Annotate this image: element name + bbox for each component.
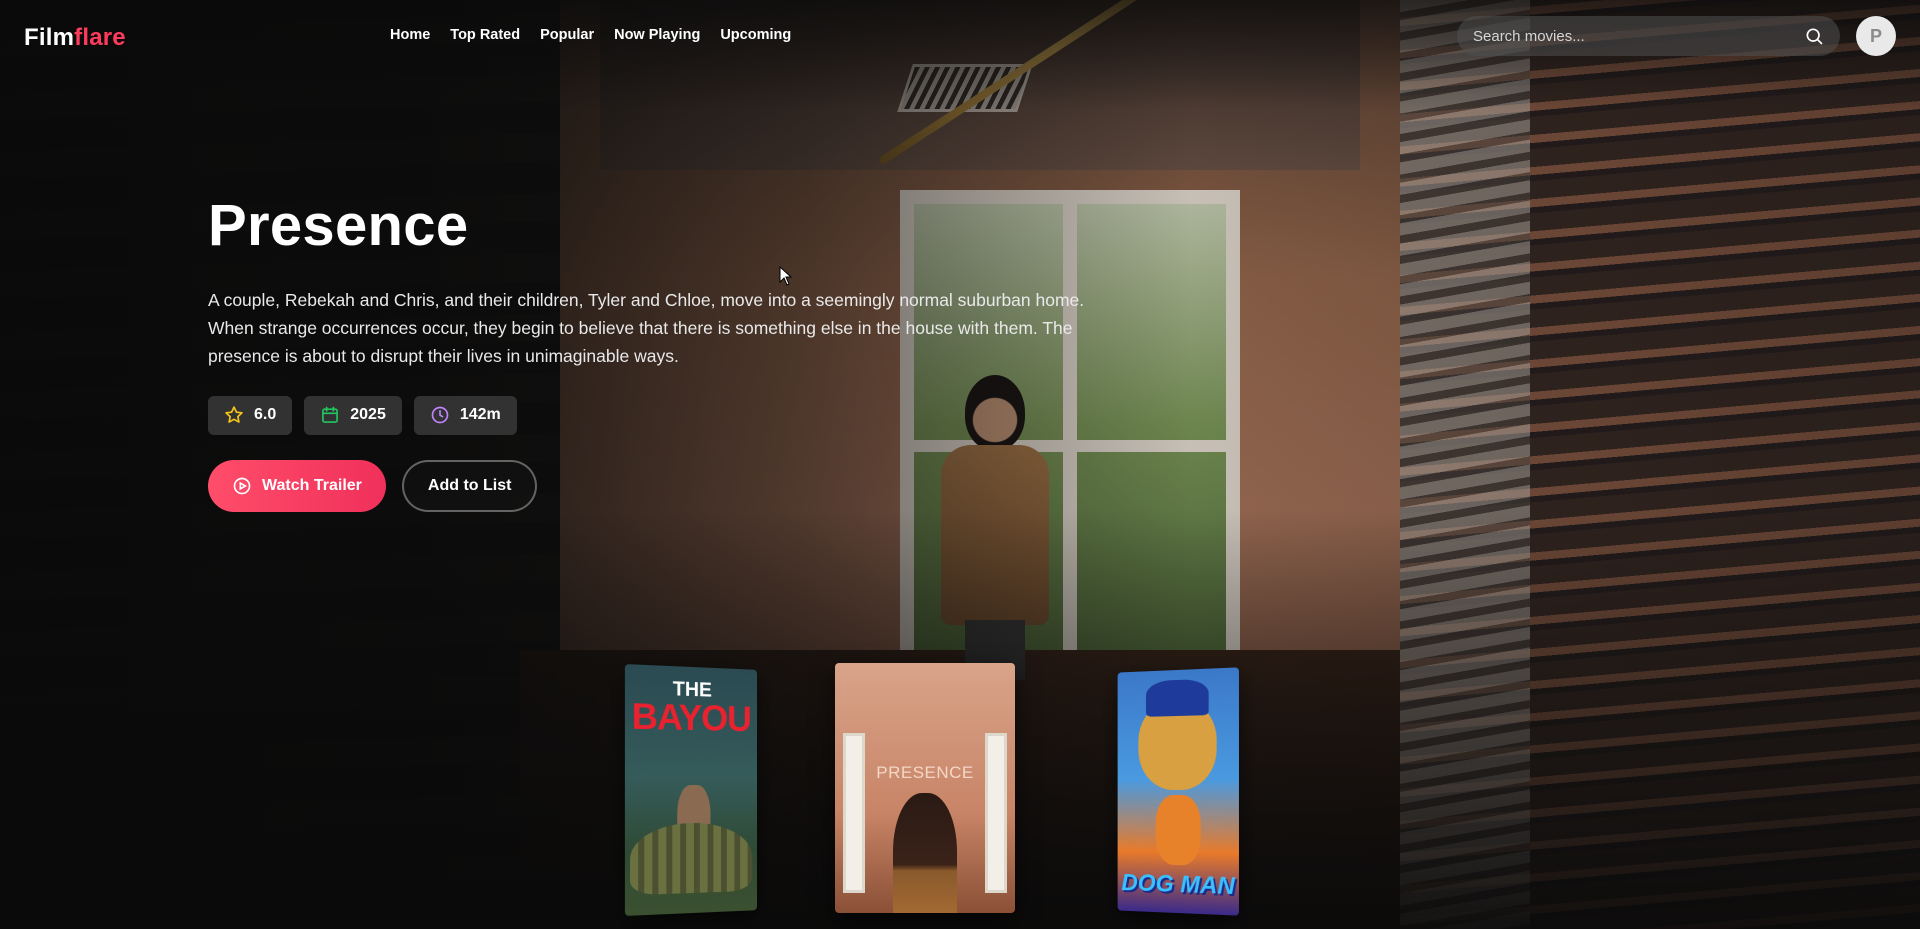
clock-icon <box>431 406 449 424</box>
poster-dogman-cat <box>1155 794 1201 866</box>
search-icon[interactable] <box>1804 26 1824 46</box>
rating-badge: 6.0 <box>208 395 293 435</box>
add-to-list-button[interactable]: Add to List <box>401 459 538 512</box>
movie-overview: A couple, Rebekah and Chris, and their c… <box>208 289 1085 366</box>
nav-upcoming[interactable]: Upcoming <box>720 27 791 43</box>
runtime-value: 142m <box>459 406 501 424</box>
mouse-cursor-icon <box>779 266 793 286</box>
hero-section: Presence A couple, Rebekah and Chris, an… <box>208 194 1108 512</box>
hero-actions: Watch Trailer Add to List <box>208 459 1108 512</box>
year-badge: 2025 <box>304 395 402 435</box>
search-input[interactable] <box>1473 27 1804 45</box>
nav-now-playing[interactable]: Now Playing <box>614 27 700 43</box>
poster-presence-figure <box>893 793 957 913</box>
runtime-badge: 142m <box>413 395 517 435</box>
poster-presence-title: PRESENCE <box>876 763 974 782</box>
poster-the-bayou[interactable]: THE BAYOU <box>624 664 758 916</box>
user-avatar[interactable]: P <box>1856 16 1896 56</box>
movie-title: Presence <box>208 193 469 258</box>
logo-main-text: Film <box>24 24 75 51</box>
nav-top-rated[interactable]: Top Rated <box>450 27 520 43</box>
app-logo[interactable]: Filmflare <box>24 24 126 52</box>
star-icon <box>225 406 243 424</box>
top-header: Filmflare Home Top Rated Popular Now Pla… <box>0 0 1920 72</box>
logo-accent-text: flare <box>74 24 126 51</box>
year-value: 2025 <box>350 406 386 424</box>
poster-presence-window-right <box>985 733 1007 893</box>
poster-presence[interactable]: PRESENCE <box>835 663 1015 913</box>
poster-dog-man[interactable]: DOG MAN <box>1117 667 1239 916</box>
poster-bayou-alligator <box>630 822 753 896</box>
play-circle-icon <box>233 477 251 495</box>
poster-bayou-title-line2: BAYOU <box>631 694 751 740</box>
main-nav: Home Top Rated Popular Now Playing Upcom… <box>390 27 791 43</box>
watch-trailer-button[interactable]: Watch Trailer <box>208 459 386 512</box>
rating-value: 6.0 <box>254 406 277 424</box>
poster-dogman-cap <box>1146 678 1209 717</box>
nav-popular[interactable]: Popular <box>540 27 594 43</box>
nav-home[interactable]: Home <box>390 27 430 43</box>
movie-meta: 6.0 2025 142m <box>208 395 1108 435</box>
poster-dogman-title: DOG MAN <box>1121 869 1235 901</box>
search-bar <box>1457 16 1840 56</box>
watch-trailer-label: Watch Trailer <box>262 476 362 494</box>
poster-presence-window-left <box>843 733 865 893</box>
calendar-icon <box>322 406 339 424</box>
